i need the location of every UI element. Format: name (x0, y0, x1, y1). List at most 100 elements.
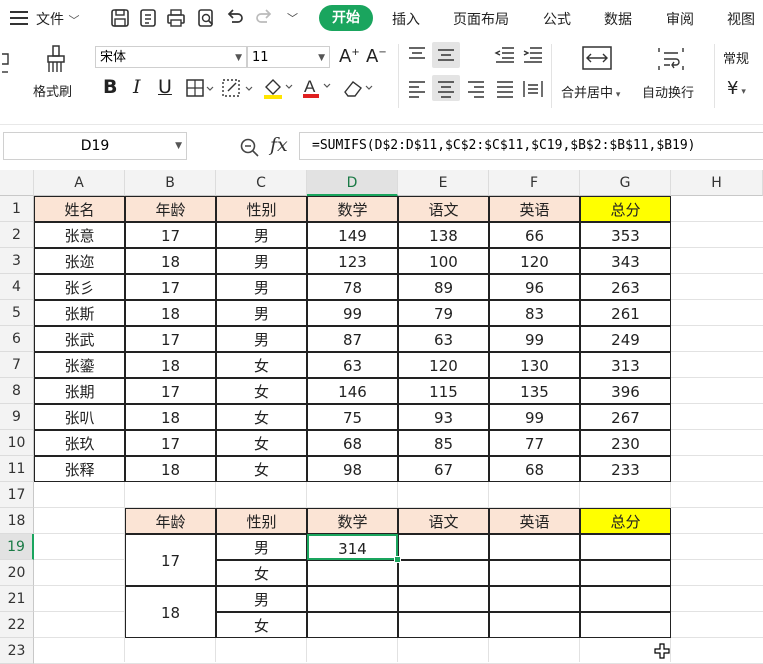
table-cell[interactable]: 男 (216, 248, 307, 274)
underline-icon[interactable]: U (158, 76, 172, 98)
tab-review[interactable]: 审阅 (666, 9, 694, 29)
table-header-cell[interactable]: 语文 (398, 196, 489, 222)
row-header[interactable]: 7 (0, 352, 34, 378)
name-box[interactable]: D19 ▼ (3, 132, 187, 160)
table-cell[interactable]: 张斯 (34, 300, 125, 326)
table-cell[interactable]: 68 (307, 430, 398, 456)
tab-insert[interactable]: 插入 (392, 9, 420, 29)
table-cell[interactable]: 249 (580, 326, 671, 352)
table-cell[interactable]: 99 (489, 404, 580, 430)
table-cell[interactable]: 115 (398, 378, 489, 404)
table-cell[interactable]: 83 (489, 300, 580, 326)
table-cell[interactable]: 18 (125, 404, 216, 430)
undo-icon[interactable] (225, 8, 245, 28)
table-cell[interactable]: 396 (580, 378, 671, 404)
hamburger-icon[interactable] (10, 11, 28, 25)
row-header[interactable]: 19 (0, 534, 34, 560)
table-cell[interactable] (489, 612, 580, 638)
table-cell[interactable]: 女 (216, 378, 307, 404)
table-header-cell[interactable]: 总分 (580, 196, 671, 222)
bold-icon[interactable]: B (103, 76, 117, 98)
merge-center-icon[interactable] (582, 46, 612, 74)
borders-icon[interactable] (186, 79, 214, 101)
table-header-cell[interactable]: 性别 (216, 196, 307, 222)
selected-cell-d19[interactable]: 314 (307, 534, 398, 560)
select-all-corner[interactable] (0, 170, 34, 196)
table-cell[interactable] (307, 560, 398, 586)
table-cell[interactable] (307, 612, 398, 638)
table-header-cell[interactable]: 姓名 (34, 196, 125, 222)
table-cell[interactable]: 张叭 (34, 404, 125, 430)
increase-font-icon[interactable]: A+ (339, 46, 360, 67)
table-cell[interactable]: 17 (125, 274, 216, 300)
table-cell[interactable]: 女 (216, 352, 307, 378)
table-cell[interactable]: 230 (580, 430, 671, 456)
row-header[interactable]: 6 (0, 326, 34, 352)
export-pdf-icon[interactable] (138, 8, 158, 28)
indent-increase-icon[interactable] (522, 46, 544, 68)
wrap-text-icon[interactable] (656, 46, 686, 76)
table-cell[interactable]: 66 (489, 222, 580, 248)
row-header[interactable]: 18 (0, 508, 34, 534)
table-cell[interactable]: 张意 (34, 222, 125, 248)
row-header[interactable]: 8 (0, 378, 34, 404)
tab-home[interactable]: 开始 (319, 5, 373, 31)
table-cell[interactable]: 98 (307, 456, 398, 482)
table-cell[interactable]: 17 (125, 378, 216, 404)
row-header[interactable]: 17 (0, 482, 34, 508)
file-menu[interactable]: 文件 ﹀ (36, 9, 79, 29)
table-cell[interactable]: 18 (125, 352, 216, 378)
currency-button[interactable]: ¥ ▾ (727, 78, 746, 99)
table-cell[interactable] (307, 586, 398, 612)
table-cell[interactable]: 女 (216, 456, 307, 482)
table-cell[interactable]: 17 (125, 534, 216, 586)
table-cell[interactable]: 63 (398, 326, 489, 352)
table-cell[interactable]: 男 (216, 326, 307, 352)
table-cell[interactable]: 18 (125, 248, 216, 274)
table-cell[interactable]: 男 (216, 274, 307, 300)
row-header[interactable]: 5 (0, 300, 34, 326)
table-cell[interactable]: 男 (216, 586, 307, 612)
zoom-function-icon[interactable] (239, 137, 261, 163)
table-cell[interactable]: 87 (307, 326, 398, 352)
row-header[interactable]: 10 (0, 430, 34, 456)
table-cell[interactable]: 120 (489, 248, 580, 274)
table-cell[interactable]: 120 (398, 352, 489, 378)
tab-view[interactable]: 视图 (727, 9, 755, 29)
table-cell[interactable] (398, 612, 489, 638)
table-cell[interactable] (398, 586, 489, 612)
table-cell[interactable]: 130 (489, 352, 580, 378)
indent-decrease-icon[interactable] (494, 46, 516, 68)
font-size-select[interactable]: 11 ▼ (247, 46, 330, 68)
table-cell[interactable]: 99 (307, 300, 398, 326)
table-cell[interactable]: 女 (216, 612, 307, 638)
column-header[interactable]: C (216, 170, 307, 196)
cell-style-icon[interactable] (222, 79, 254, 101)
table-cell[interactable]: 263 (580, 274, 671, 300)
redo-icon[interactable] (254, 8, 274, 28)
table-cell[interactable]: 146 (307, 378, 398, 404)
table-header-cell[interactable]: 数学 (307, 196, 398, 222)
format-painter-icon[interactable] (44, 44, 68, 74)
table-cell[interactable]: 18 (125, 300, 216, 326)
wrap-text-button[interactable]: 自动换行 (642, 82, 694, 101)
table-cell[interactable]: 张迩 (34, 248, 125, 274)
column-header[interactable]: F (489, 170, 580, 196)
distributed-align-icon[interactable] (522, 79, 544, 103)
table-cell[interactable]: 138 (398, 222, 489, 248)
table-cell[interactable]: 261 (580, 300, 671, 326)
row-header[interactable]: 4 (0, 274, 34, 300)
fill-handle[interactable] (394, 556, 401, 563)
tab-page-layout[interactable]: 页面布局 (453, 9, 509, 29)
table-cell[interactable]: 张彡 (34, 274, 125, 300)
column-header[interactable]: B (125, 170, 216, 196)
fx-icon[interactable]: fx (270, 134, 288, 156)
decrease-font-icon[interactable]: A− (366, 46, 387, 67)
fill-color-icon[interactable] (262, 77, 294, 103)
table-header-cell[interactable]: 语文 (398, 508, 489, 534)
table-cell[interactable]: 93 (398, 404, 489, 430)
table-cell[interactable]: 99 (489, 326, 580, 352)
table-cell[interactable] (580, 586, 671, 612)
table-header-cell[interactable]: 年龄 (125, 196, 216, 222)
row-header[interactable]: 21 (0, 586, 34, 612)
